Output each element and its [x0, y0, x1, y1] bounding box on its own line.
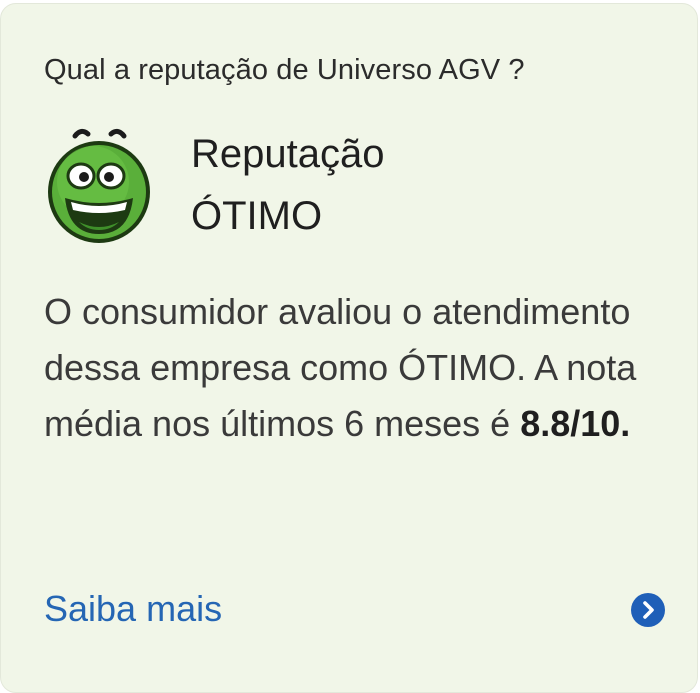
- reputation-label: Reputação: [191, 132, 385, 176]
- reputation-description: O consumidor avaliou o atendimento dessa…: [44, 284, 664, 452]
- chevron-right-circle-icon[interactable]: [631, 593, 665, 627]
- learn-more-link[interactable]: Saiba mais: [44, 588, 222, 630]
- average-score: 8.8/10.: [520, 403, 631, 444]
- reputation-card: Qual a reputação de Universo AGV ? Reput…: [0, 3, 698, 693]
- reputation-question: Qual a reputação de Universo AGV ?: [44, 54, 525, 86]
- reputation-value: ÓTIMO: [191, 194, 323, 238]
- happy-face-icon: [41, 124, 157, 248]
